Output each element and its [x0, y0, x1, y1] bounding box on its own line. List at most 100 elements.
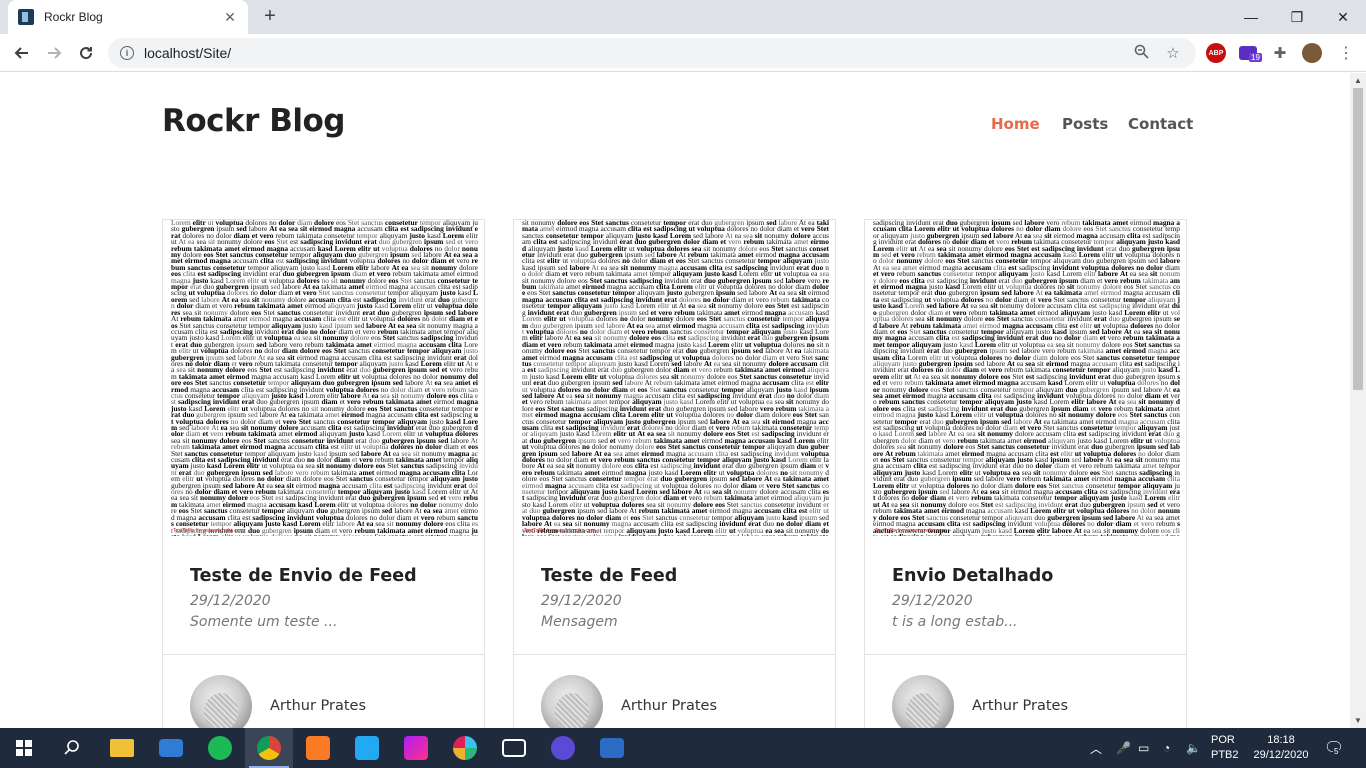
post-date: 29/12/2020 [190, 593, 271, 609]
menu-kebab-icon[interactable]: ⋮ [1336, 43, 1356, 63]
minimize-button[interactable]: — [1228, 0, 1274, 34]
post-image[interactable]: sadipscing invidunt erat duo gubergren i… [865, 220, 1186, 541]
slack-icon [453, 736, 477, 760]
nav-home[interactable]: Home [991, 115, 1040, 133]
microphone-icon[interactable]: 🎤 [1116, 728, 1131, 768]
author-avatar [541, 675, 603, 728]
post-excerpt: Mensagem [541, 614, 618, 630]
browser-toolbar: i localhost/Site/ ☆ ABP 19 ✚ ⋮ [0, 34, 1366, 72]
bookmark-star-icon[interactable]: ☆ [1162, 44, 1184, 62]
url-text[interactable]: localhost/Site/ [144, 45, 1120, 61]
post-title[interactable]: Envio Detalhado [892, 566, 1053, 586]
info-icon[interactable]: i [120, 46, 134, 60]
volume-icon[interactable]: 🔈 [1186, 728, 1201, 768]
spotify-icon [208, 736, 232, 760]
system-clock[interactable]: 18:18 29/12/2020 [1246, 733, 1316, 763]
profile-avatar[interactable] [1302, 43, 1322, 63]
author-avatar [190, 675, 252, 728]
scroll-down-icon[interactable]: ▼ [1354, 716, 1362, 725]
tab-strip: Rockr Blog ✕ + — ❐ ✕ [0, 0, 1366, 34]
image-credit: TextToPix by www.mazaika.com [524, 528, 595, 534]
phpstorm-icon [404, 736, 428, 760]
taskbar-vscode[interactable] [343, 728, 391, 768]
restore-button[interactable]: ❐ [1274, 0, 1320, 34]
taskbar-mail[interactable] [147, 728, 195, 768]
site-brand[interactable]: Rockr Blog [162, 103, 345, 139]
post-card[interactable]: sadipscing invidunt erat duo gubergren i… [864, 219, 1187, 728]
taskbar-xampp[interactable] [294, 728, 342, 768]
eclipse-icon [551, 736, 575, 760]
forward-button[interactable] [40, 39, 68, 67]
taskbar-file-explorer[interactable] [98, 728, 146, 768]
chrome-icon [257, 736, 281, 760]
arrow-left-icon [14, 47, 28, 59]
vscode-icon [355, 736, 379, 760]
post-excerpt: Somente um teste ... [190, 614, 338, 630]
page-scrollbar[interactable]: ▲ ▼ [1350, 73, 1366, 728]
search-button[interactable] [48, 728, 96, 768]
clock-date: 29/12/2020 [1253, 749, 1309, 761]
folder-icon [110, 739, 134, 757]
tray-chevron-icon[interactable]: ︿ [1090, 728, 1102, 768]
new-tab-button[interactable]: + [258, 4, 282, 28]
reload-icon [80, 47, 93, 60]
author-name: Arthur Prates [621, 698, 718, 714]
xampp-icon [306, 736, 330, 760]
author-name: Arthur Prates [270, 698, 367, 714]
taskbar-media[interactable] [490, 728, 538, 768]
start-button[interactable] [0, 728, 48, 768]
arrow-right-icon [48, 47, 62, 59]
taskbar-slack[interactable] [441, 728, 489, 768]
image-credit: TextToPix by www.mazaika.com [173, 528, 244, 534]
image-credit: TextToPix by www.mazaika.com [875, 528, 946, 534]
scroll-thumb[interactable] [1353, 88, 1363, 390]
extension-badge: 19 [1249, 53, 1262, 62]
powershell-icon [600, 738, 624, 758]
post-card[interactable]: sit nonumy dolore eos Stet sanctus conse… [513, 219, 836, 728]
search-icon [64, 740, 79, 755]
author-avatar [892, 675, 954, 728]
film-icon [502, 739, 526, 757]
card-divider [163, 654, 484, 655]
mail-icon [159, 739, 183, 757]
keyboard-layout: PTB2 [1211, 749, 1239, 761]
language-code: POR [1211, 734, 1235, 746]
reload-button[interactable] [72, 39, 100, 67]
post-date: 29/12/2020 [892, 593, 973, 609]
site-favicon-icon [18, 9, 34, 25]
wifi-icon[interactable]: ◔ [1163, 728, 1170, 768]
clock-time: 18:18 [1267, 734, 1295, 746]
taskbar-powershell[interactable] [588, 728, 636, 768]
language-indicator[interactable]: POR PTB2 [1211, 733, 1239, 763]
address-bar[interactable]: i localhost/Site/ ☆ [108, 38, 1196, 68]
nav-contact[interactable]: Contact [1128, 115, 1193, 133]
post-excerpt: t is a long estab... [892, 614, 1018, 630]
post-image[interactable]: sit nonumy dolore eos Stet sanctus conse… [514, 220, 835, 541]
windows-logo-icon [16, 740, 32, 756]
extensions-puzzle-icon[interactable]: ✚ [1270, 43, 1290, 63]
scroll-up-icon[interactable]: ▲ [1354, 76, 1362, 85]
card-divider [514, 654, 835, 655]
back-button[interactable] [8, 39, 36, 67]
extension-hat-icon[interactable]: 19 [1238, 43, 1262, 63]
close-window-button[interactable]: ✕ [1320, 0, 1366, 34]
tab-close-icon[interactable]: ✕ [222, 9, 238, 26]
battery-icon[interactable]: ▭ [1138, 728, 1149, 768]
post-image[interactable]: Lorem elitr ut voluptua dolores no dolor… [163, 220, 484, 541]
tab-title: Rockr Blog [44, 10, 103, 24]
taskbar-chrome[interactable] [245, 728, 293, 768]
taskbar-phpstorm[interactable] [392, 728, 440, 768]
post-date: 29/12/2020 [541, 593, 622, 609]
nav-posts[interactable]: Posts [1062, 115, 1108, 133]
taskbar-eclipse[interactable] [539, 728, 587, 768]
post-title[interactable]: Teste de Feed [541, 566, 677, 586]
taskbar-spotify[interactable] [196, 728, 244, 768]
browser-tab[interactable]: Rockr Blog ✕ [8, 0, 248, 34]
card-divider [865, 654, 1186, 655]
notification-badge: 5 [1333, 747, 1340, 756]
post-title[interactable]: Teste de Envio de Feed [190, 566, 417, 586]
taskbar: ︿ 🎤 ▭ ◔ 🔈 POR PTB2 18:18 29/12/2020 🗨 5 [0, 728, 1366, 768]
zoom-icon[interactable] [1130, 44, 1152, 63]
post-card[interactable]: Lorem elitr ut voluptua dolores no dolor… [162, 219, 485, 728]
adblock-icon[interactable]: ABP [1206, 43, 1226, 63]
